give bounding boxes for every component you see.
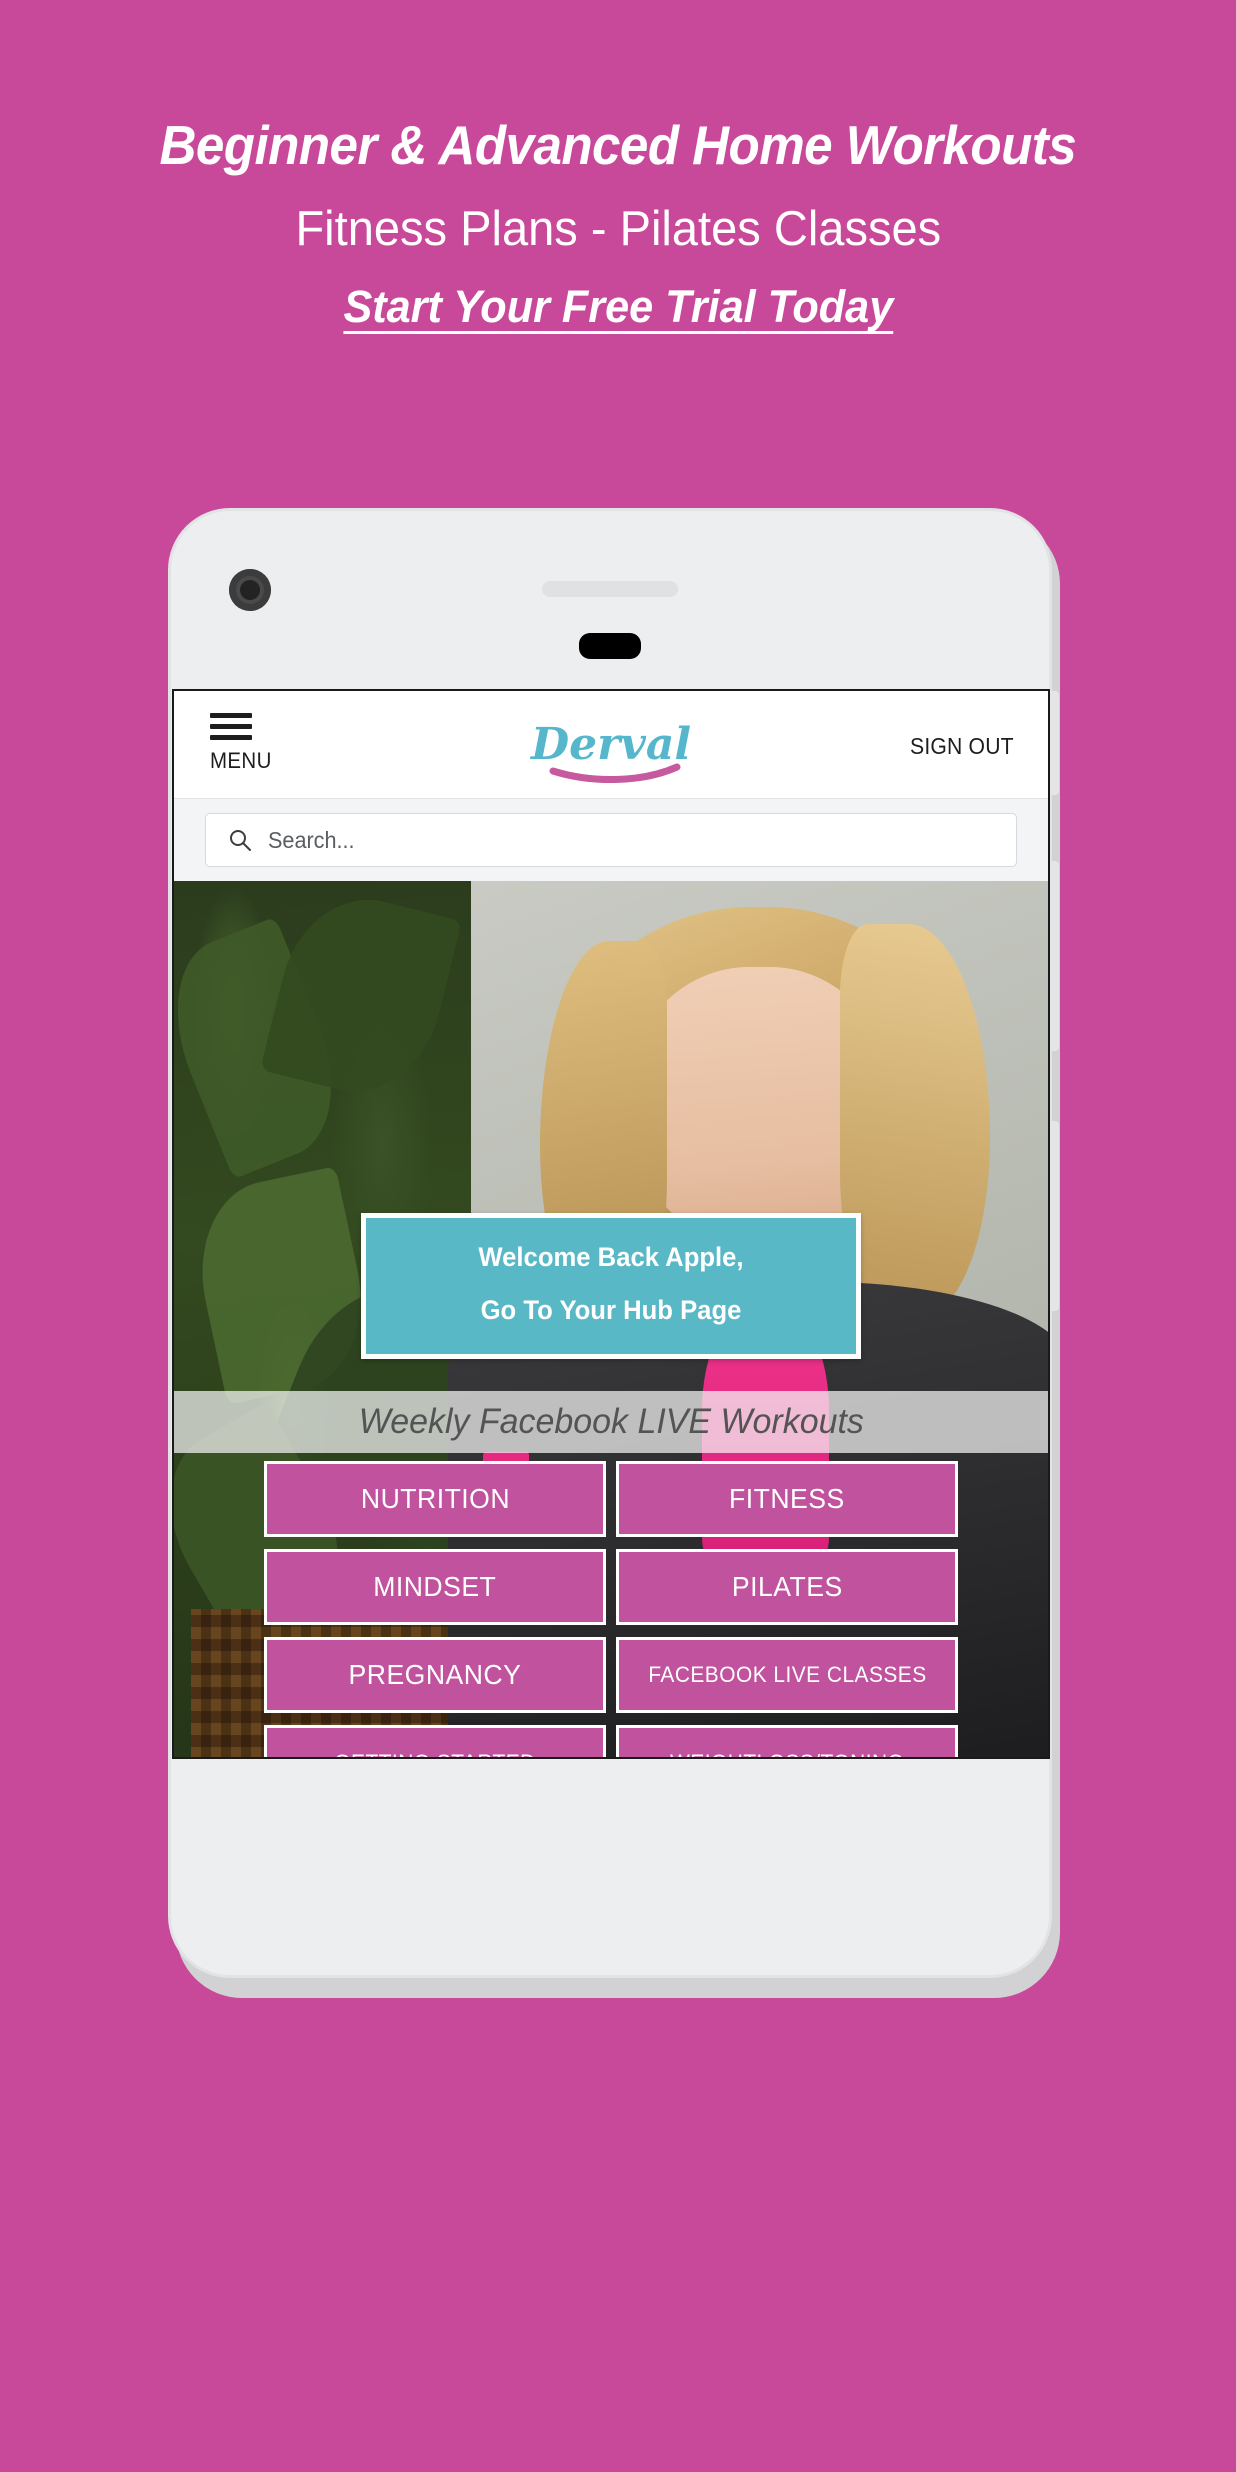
welcome-line-1: Welcome Back Apple, <box>478 1242 744 1272</box>
nav-button-weightloss-toning[interactable]: WEIGHTLOSS/TONING <box>616 1725 958 1757</box>
front-camera-icon <box>229 569 271 611</box>
nav-button-fitness[interactable]: FITNESS <box>616 1461 958 1537</box>
nav-button-label: MINDSET <box>373 1571 497 1602</box>
nav-button-facebook-live-classes[interactable]: FACEBOOK LIVE CLASSES <box>616 1637 958 1713</box>
promo-header: Beginner & Advanced Home Workouts Fitnes… <box>0 0 1236 500</box>
hero-section: Welcome Back Apple, Go To Your Hub Page … <box>174 881 1048 1757</box>
promo-headline: Beginner & Advanced Home Workouts <box>159 114 1077 176</box>
search-placeholder-text: Search... <box>268 826 355 853</box>
nav-button-label: WEIGHTLOSS/TONING <box>670 1750 904 1757</box>
phone-mockup: MENU Derval SIGN OUT Search... Welcome B… <box>168 508 1068 2008</box>
sensor-notch <box>579 633 641 659</box>
search-bar-row: Search... <box>174 799 1048 881</box>
phone-body: MENU Derval SIGN OUT Search... Welcome B… <box>168 508 1059 1978</box>
weekly-live-label: Weekly Facebook LIVE Workouts <box>358 1402 864 1441</box>
nav-button-label: GETTING STARTED <box>334 1750 535 1757</box>
sign-out-button[interactable]: SIGN OUT <box>910 733 1014 760</box>
app-header: MENU Derval SIGN OUT <box>174 691 1048 799</box>
welcome-line-2: Go To Your Hub Page <box>480 1295 742 1325</box>
nav-button-pilates[interactable]: PILATES <box>616 1549 958 1625</box>
nav-button-label: PREGNANCY <box>348 1659 522 1690</box>
nav-button-mindset[interactable]: MINDSET <box>264 1549 606 1625</box>
promo-subheadline: Fitness Plans - Pilates Classes <box>295 202 941 256</box>
category-nav-grid: NUTRITION FITNESS MINDSET PILATES PREGNA… <box>174 1461 1048 1757</box>
nav-button-label: PILATES <box>731 1571 843 1602</box>
nav-button-label: FACEBOOK LIVE CLASSES <box>647 1662 927 1687</box>
welcome-banner[interactable]: Welcome Back Apple, Go To Your Hub Page <box>361 1213 861 1359</box>
nav-button-label: NUTRITION <box>360 1483 510 1514</box>
menu-button[interactable]: MENU <box>210 713 284 774</box>
svg-text:Derval: Derval <box>529 719 691 770</box>
menu-button-label: MENU <box>210 748 272 773</box>
phone-screen: MENU Derval SIGN OUT Search... Welcome B… <box>172 689 1050 1759</box>
earpiece-speaker <box>542 581 678 597</box>
nav-button-pregnancy[interactable]: PREGNANCY <box>264 1637 606 1713</box>
derval-logo[interactable]: Derval <box>501 711 721 785</box>
search-input[interactable]: Search... <box>205 813 1017 867</box>
promo-cta-link[interactable]: Start Your Free Trial Today <box>343 284 893 329</box>
nav-button-getting-started[interactable]: GETTING STARTED <box>264 1725 606 1757</box>
hamburger-icon <box>210 713 252 746</box>
weekly-live-strip[interactable]: Weekly Facebook LIVE Workouts <box>174 1391 1048 1453</box>
search-icon <box>230 830 251 851</box>
nav-button-nutrition[interactable]: NUTRITION <box>264 1461 606 1537</box>
nav-button-label: FITNESS <box>729 1483 845 1514</box>
